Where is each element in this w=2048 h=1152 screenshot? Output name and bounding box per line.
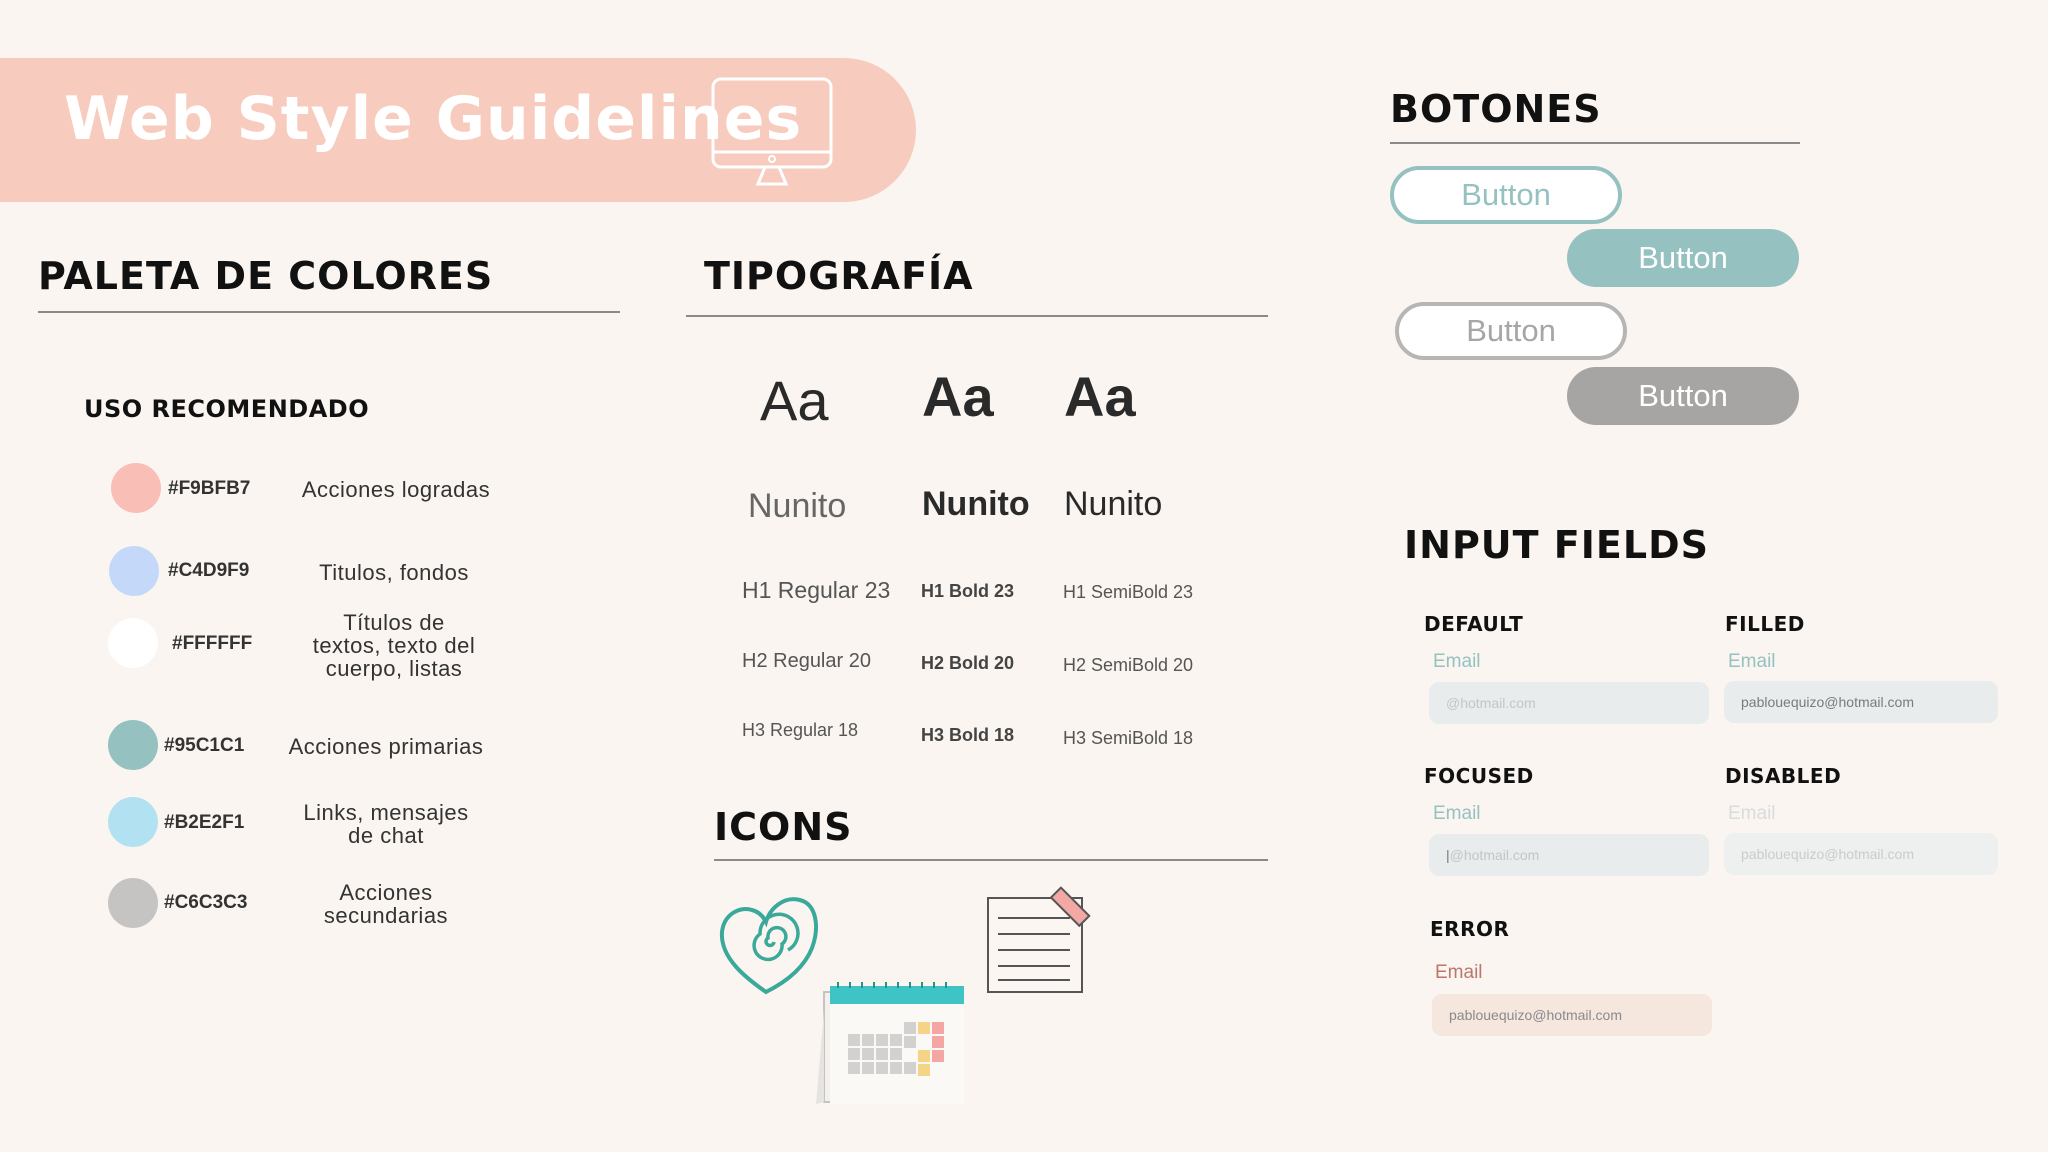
palette-divider <box>38 311 620 313</box>
type-spec-h1-bold: H1 Bold 23 <box>921 581 1015 601</box>
filled-field-label: Email <box>1728 651 1776 672</box>
disabled-email-value: pablouequizo@hotmail.com <box>1741 846 1914 862</box>
focused-state-label: FOCUSED <box>1424 764 1534 788</box>
swatch-hex: #95C1C1 <box>164 735 245 756</box>
swatch-desc: Titulos, fondos <box>319 560 469 585</box>
type-spec-h1-regular: H1 Regular 23 <box>742 577 891 603</box>
swatch-desc: Links, mensajes de chat <box>303 800 469 848</box>
type-spec-h2-regular: H2 Regular 20 <box>742 650 871 672</box>
error-state-label: ERROR <box>1430 917 1510 941</box>
icons-title: ICONS <box>714 805 853 849</box>
disabled-email-input: pablouequizo@hotmail.com <box>1724 833 1998 875</box>
outline-secondary-button[interactable]: Button <box>1395 302 1627 360</box>
swatch-95c1c1 <box>108 720 158 770</box>
type-spec-h2-bold: H2 Bold 20 <box>921 653 1015 673</box>
swatch-ffffff <box>108 618 158 668</box>
default-field-label: Email <box>1433 651 1481 672</box>
page-title: Web Style Guidelines <box>64 84 803 154</box>
calendar-icon <box>816 980 976 1112</box>
type-spec-h3-semibold: H3 SemiBold 18 <box>1063 728 1194 748</box>
typography-divider <box>686 315 1268 317</box>
swatch-c6c3c3 <box>108 878 158 928</box>
buttons-divider <box>1390 142 1800 144</box>
filled-email-input[interactable]: pablouequizo@hotmail.com <box>1724 681 1998 723</box>
filled-state-label: FILLED <box>1725 612 1805 636</box>
focused-email-input[interactable]: | @hotmail.com <box>1429 834 1709 876</box>
swatch-hex: #B2E2F1 <box>164 812 245 833</box>
inputs-title: INPUT FIELDS <box>1404 523 1709 567</box>
outline-primary-button[interactable]: Button <box>1390 166 1622 224</box>
swatch-desc: Acciones primarias <box>288 734 484 759</box>
swatch-desc: Acciones secundarias <box>323 880 449 928</box>
palette-subtitle: USO RECOMENDADO <box>84 395 370 423</box>
swatch-desc: Acciones logradas <box>301 477 491 502</box>
palette-title: PALETA DE COLORES <box>38 254 494 298</box>
swatch-b2e2f1 <box>108 797 158 847</box>
error-email-value: pablouequizo@hotmail.com <box>1449 1007 1622 1023</box>
primary-button[interactable]: Button <box>1567 229 1799 287</box>
disabled-field-label: Email <box>1728 803 1776 824</box>
focused-email-placeholder: @hotmail.com <box>1449 847 1540 863</box>
disabled-state-label: DISABLED <box>1725 764 1842 788</box>
heart-spiral-icon <box>716 892 822 1000</box>
filled-email-value: pablouequizo@hotmail.com <box>1741 694 1914 710</box>
default-email-placeholder: @hotmail.com <box>1446 695 1536 711</box>
font-sample-regular: Aa <box>760 369 829 432</box>
swatch-desc: Títulos de textos, texto del cuerpo, lis… <box>312 610 476 681</box>
focused-field-label: Email <box>1433 803 1481 824</box>
type-spec-h3-bold: H3 Bold 18 <box>921 725 1015 745</box>
swatch-c4d9f9 <box>109 546 159 596</box>
swatch-hex: #F9BFB7 <box>168 478 251 499</box>
type-spec-h2-semibold: H2 SemiBold 20 <box>1063 655 1194 675</box>
typography-title: TIPOGRAFÍA <box>704 254 974 298</box>
font-name-bold: Nunito <box>922 485 1030 523</box>
error-field-label: Email <box>1435 962 1483 983</box>
secondary-button[interactable]: Button <box>1567 367 1799 425</box>
swatch-hex: #C4D9F9 <box>168 560 250 581</box>
font-name-regular: Nunito <box>748 487 847 525</box>
icons-divider <box>714 859 1268 861</box>
default-email-input[interactable]: @hotmail.com <box>1429 682 1709 724</box>
swatch-hex: #C6C3C3 <box>164 892 248 913</box>
error-email-input[interactable]: pablouequizo@hotmail.com <box>1432 994 1712 1036</box>
font-name-semibold: Nunito <box>1064 485 1163 523</box>
default-state-label: DEFAULT <box>1424 612 1524 636</box>
type-spec-h1-semibold: H1 SemiBold 23 <box>1063 582 1194 602</box>
swatch-hex: #FFFFFF <box>172 633 253 654</box>
type-spec-h3-regular: H3 Regular 18 <box>742 720 859 740</box>
monitor-icon <box>710 76 834 192</box>
font-sample-bold: Aa <box>922 365 994 428</box>
swatch-f9bfb7 <box>111 463 161 513</box>
buttons-title: BOTONES <box>1390 87 1602 131</box>
font-sample-semibold: Aa <box>1064 365 1136 428</box>
notepad-icon <box>984 886 1094 1000</box>
